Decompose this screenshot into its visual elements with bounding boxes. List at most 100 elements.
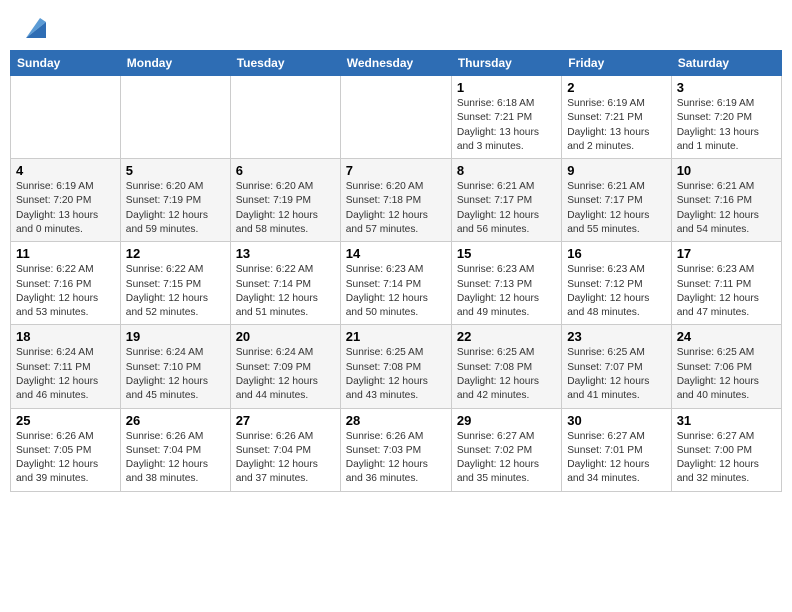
day-number: 27 bbox=[236, 413, 335, 428]
day-info: Sunrise: 6:25 AM Sunset: 7:07 PM Dayligh… bbox=[567, 346, 665, 403]
calendar-cell: 30 Sunrise: 6:27 AM Sunset: 7:01 PM Dayli… bbox=[562, 408, 671, 491]
day-header-tuesday: Tuesday bbox=[230, 51, 340, 76]
calendar-cell: 11 Sunrise: 6:22 AM Sunset: 7:16 PM Dayli… bbox=[11, 242, 121, 325]
header-row: SundayMondayTuesdayWednesdayThursdayFrid… bbox=[11, 51, 782, 76]
calendar-cell: 31 Sunrise: 6:27 AM Sunset: 7:00 PM Dayli… bbox=[671, 408, 781, 491]
day-number: 28 bbox=[346, 413, 446, 428]
day-number: 31 bbox=[677, 413, 776, 428]
calendar-cell: 28 Sunrise: 6:26 AM Sunset: 7:03 PM Dayli… bbox=[340, 408, 451, 491]
calendar-week-3: 11 Sunrise: 6:22 AM Sunset: 7:16 PM Dayli… bbox=[11, 242, 782, 325]
day-number: 26 bbox=[126, 413, 225, 428]
day-info: Sunrise: 6:21 AM Sunset: 7:17 PM Dayligh… bbox=[457, 180, 556, 237]
day-number: 8 bbox=[457, 163, 556, 178]
calendar-cell bbox=[120, 76, 230, 159]
day-number: 3 bbox=[677, 80, 776, 95]
calendar-week-4: 18 Sunrise: 6:24 AM Sunset: 7:11 PM Dayli… bbox=[11, 325, 782, 408]
day-info: Sunrise: 6:19 AM Sunset: 7:21 PM Dayligh… bbox=[567, 97, 665, 154]
calendar-body: 1 Sunrise: 6:18 AM Sunset: 7:21 PM Daylig… bbox=[11, 76, 782, 492]
calendar-week-1: 1 Sunrise: 6:18 AM Sunset: 7:21 PM Daylig… bbox=[11, 76, 782, 159]
day-number: 6 bbox=[236, 163, 335, 178]
calendar-cell: 10Sunrise: 6:21 AM Sunset: 7:16 PM Dayli… bbox=[671, 159, 781, 242]
day-header-thursday: Thursday bbox=[451, 51, 561, 76]
calendar-cell: 12 Sunrise: 6:22 AM Sunset: 7:15 PM Dayli… bbox=[120, 242, 230, 325]
day-info: Sunrise: 6:24 AM Sunset: 7:11 PM Dayligh… bbox=[16, 346, 115, 403]
day-number: 12 bbox=[126, 246, 225, 261]
day-info: Sunrise: 6:25 AM Sunset: 7:08 PM Dayligh… bbox=[457, 346, 556, 403]
day-number: 10 bbox=[677, 163, 776, 178]
day-number: 23 bbox=[567, 329, 665, 344]
day-info: Sunrise: 6:26 AM Sunset: 7:04 PM Dayligh… bbox=[126, 430, 225, 487]
day-info: Sunrise: 6:24 AM Sunset: 7:10 PM Dayligh… bbox=[126, 346, 225, 403]
day-info: Sunrise: 6:26 AM Sunset: 7:05 PM Dayligh… bbox=[16, 430, 115, 487]
calendar-cell bbox=[11, 76, 121, 159]
day-number: 17 bbox=[677, 246, 776, 261]
day-info: Sunrise: 6:19 AM Sunset: 7:20 PM Dayligh… bbox=[677, 97, 776, 154]
day-info: Sunrise: 6:20 AM Sunset: 7:19 PM Dayligh… bbox=[126, 180, 225, 237]
day-info: Sunrise: 6:22 AM Sunset: 7:14 PM Dayligh… bbox=[236, 263, 335, 320]
calendar-cell: 4Sunrise: 6:19 AM Sunset: 7:20 PM Daylig… bbox=[11, 159, 121, 242]
calendar-cell: 25 Sunrise: 6:26 AM Sunset: 7:05 PM Dayli… bbox=[11, 408, 121, 491]
day-number: 11 bbox=[16, 246, 115, 261]
calendar-cell: 16 Sunrise: 6:23 AM Sunset: 7:12 PM Dayli… bbox=[562, 242, 671, 325]
day-number: 7 bbox=[346, 163, 446, 178]
calendar-cell bbox=[340, 76, 451, 159]
day-number: 18 bbox=[16, 329, 115, 344]
calendar-cell: 19Sunrise: 6:24 AM Sunset: 7:10 PM Dayli… bbox=[120, 325, 230, 408]
day-info: Sunrise: 6:27 AM Sunset: 7:02 PM Dayligh… bbox=[457, 430, 556, 487]
day-info: Sunrise: 6:23 AM Sunset: 7:11 PM Dayligh… bbox=[677, 263, 776, 320]
day-info: Sunrise: 6:26 AM Sunset: 7:03 PM Dayligh… bbox=[346, 430, 446, 487]
day-info: Sunrise: 6:24 AM Sunset: 7:09 PM Dayligh… bbox=[236, 346, 335, 403]
logo-icon bbox=[18, 10, 50, 42]
calendar-cell: 1 Sunrise: 6:18 AM Sunset: 7:21 PM Daylig… bbox=[451, 76, 561, 159]
calendar-cell: 13 Sunrise: 6:22 AM Sunset: 7:14 PM Dayli… bbox=[230, 242, 340, 325]
page-header bbox=[10, 10, 782, 42]
day-header-monday: Monday bbox=[120, 51, 230, 76]
day-header-wednesday: Wednesday bbox=[340, 51, 451, 76]
day-number: 30 bbox=[567, 413, 665, 428]
day-number: 2 bbox=[567, 80, 665, 95]
day-number: 25 bbox=[16, 413, 115, 428]
day-number: 14 bbox=[346, 246, 446, 261]
calendar-week-5: 25 Sunrise: 6:26 AM Sunset: 7:05 PM Dayli… bbox=[11, 408, 782, 491]
calendar-cell: 22 Sunrise: 6:25 AM Sunset: 7:08 PM Dayli… bbox=[451, 325, 561, 408]
calendar-cell: 9 Sunrise: 6:21 AM Sunset: 7:17 PM Daylig… bbox=[562, 159, 671, 242]
calendar-cell: 18 Sunrise: 6:24 AM Sunset: 7:11 PM Dayli… bbox=[11, 325, 121, 408]
day-number: 20 bbox=[236, 329, 335, 344]
calendar-cell: 26 Sunrise: 6:26 AM Sunset: 7:04 PM Dayli… bbox=[120, 408, 230, 491]
calendar-cell: 29 Sunrise: 6:27 AM Sunset: 7:02 PM Dayli… bbox=[451, 408, 561, 491]
calendar-cell bbox=[230, 76, 340, 159]
day-info: Sunrise: 6:21 AM Sunset: 7:17 PM Dayligh… bbox=[567, 180, 665, 237]
day-number: 29 bbox=[457, 413, 556, 428]
day-info: Sunrise: 6:22 AM Sunset: 7:16 PM Dayligh… bbox=[16, 263, 115, 320]
day-number: 5 bbox=[126, 163, 225, 178]
calendar-cell: 20 Sunrise: 6:24 AM Sunset: 7:09 PM Dayli… bbox=[230, 325, 340, 408]
day-info: Sunrise: 6:23 AM Sunset: 7:13 PM Dayligh… bbox=[457, 263, 556, 320]
calendar-cell: 14Sunrise: 6:23 AM Sunset: 7:14 PM Dayli… bbox=[340, 242, 451, 325]
day-number: 15 bbox=[457, 246, 556, 261]
day-number: 22 bbox=[457, 329, 556, 344]
day-info: Sunrise: 6:27 AM Sunset: 7:00 PM Dayligh… bbox=[677, 430, 776, 487]
calendar-cell: 21Sunrise: 6:25 AM Sunset: 7:08 PM Dayli… bbox=[340, 325, 451, 408]
calendar-cell: 6 Sunrise: 6:20 AM Sunset: 7:19 PM Daylig… bbox=[230, 159, 340, 242]
calendar-cell: 3 Sunrise: 6:19 AM Sunset: 7:20 PM Daylig… bbox=[671, 76, 781, 159]
calendar-cell: 8 Sunrise: 6:21 AM Sunset: 7:17 PM Daylig… bbox=[451, 159, 561, 242]
calendar-week-2: 4Sunrise: 6:19 AM Sunset: 7:20 PM Daylig… bbox=[11, 159, 782, 242]
day-info: Sunrise: 6:25 AM Sunset: 7:06 PM Dayligh… bbox=[677, 346, 776, 403]
day-info: Sunrise: 6:20 AM Sunset: 7:19 PM Dayligh… bbox=[236, 180, 335, 237]
day-info: Sunrise: 6:18 AM Sunset: 7:21 PM Dayligh… bbox=[457, 97, 556, 154]
day-info: Sunrise: 6:27 AM Sunset: 7:01 PM Dayligh… bbox=[567, 430, 665, 487]
day-number: 1 bbox=[457, 80, 556, 95]
day-number: 9 bbox=[567, 163, 665, 178]
logo bbox=[14, 10, 50, 42]
day-info: Sunrise: 6:22 AM Sunset: 7:15 PM Dayligh… bbox=[126, 263, 225, 320]
day-header-saturday: Saturday bbox=[671, 51, 781, 76]
calendar-cell: 24Sunrise: 6:25 AM Sunset: 7:06 PM Dayli… bbox=[671, 325, 781, 408]
calendar-cell: 17 Sunrise: 6:23 AM Sunset: 7:11 PM Dayli… bbox=[671, 242, 781, 325]
calendar-cell: 23 Sunrise: 6:25 AM Sunset: 7:07 PM Dayli… bbox=[562, 325, 671, 408]
day-number: 13 bbox=[236, 246, 335, 261]
calendar-header: SundayMondayTuesdayWednesdayThursdayFrid… bbox=[11, 51, 782, 76]
day-number: 16 bbox=[567, 246, 665, 261]
day-info: Sunrise: 6:23 AM Sunset: 7:12 PM Dayligh… bbox=[567, 263, 665, 320]
calendar-cell: 5 Sunrise: 6:20 AM Sunset: 7:19 PM Daylig… bbox=[120, 159, 230, 242]
day-number: 4 bbox=[16, 163, 115, 178]
